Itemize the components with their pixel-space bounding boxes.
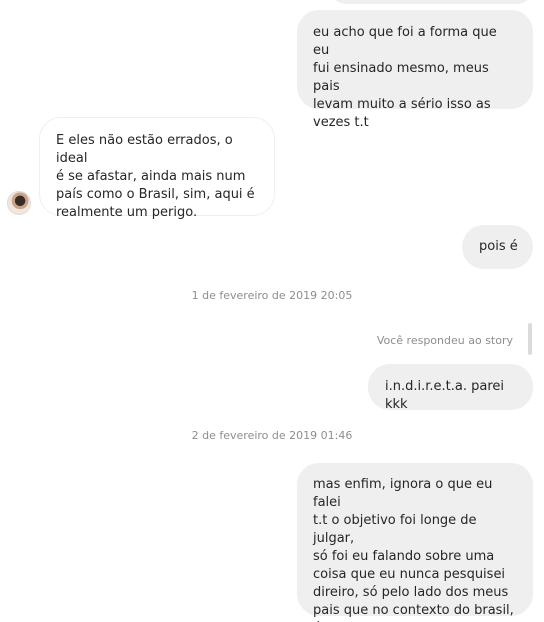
outgoing-message-bubble[interactable]: i.n.d.i.r.e.t.a. parei kkk [368,364,533,412]
date-separator: 1 de fevereiro de 2019 20:05 [191,289,353,302]
date-separator: 2 de fevereiro de 2019 01:46 [191,429,353,442]
outgoing-message-bubble[interactable]: pois é [462,225,533,269]
outgoing-message-bubble[interactable]: eu acho que foi a forma que eu fui ensin… [297,10,533,130]
story-reply-indicator[interactable] [528,323,532,355]
message-thread: eu acho que foi a forma que eu fui ensin… [0,0,544,622]
incoming-message-bubble[interactable]: E eles não estão errados, o ideal é se a… [39,117,275,220]
sender-avatar[interactable] [7,191,31,215]
previous-message-bubble-edge [330,0,533,4]
story-reply-label: Você respondeu ao story [376,334,513,347]
outgoing-message-bubble[interactable]: mas enfim, ignora o que eu falei t.t o o… [297,463,533,622]
